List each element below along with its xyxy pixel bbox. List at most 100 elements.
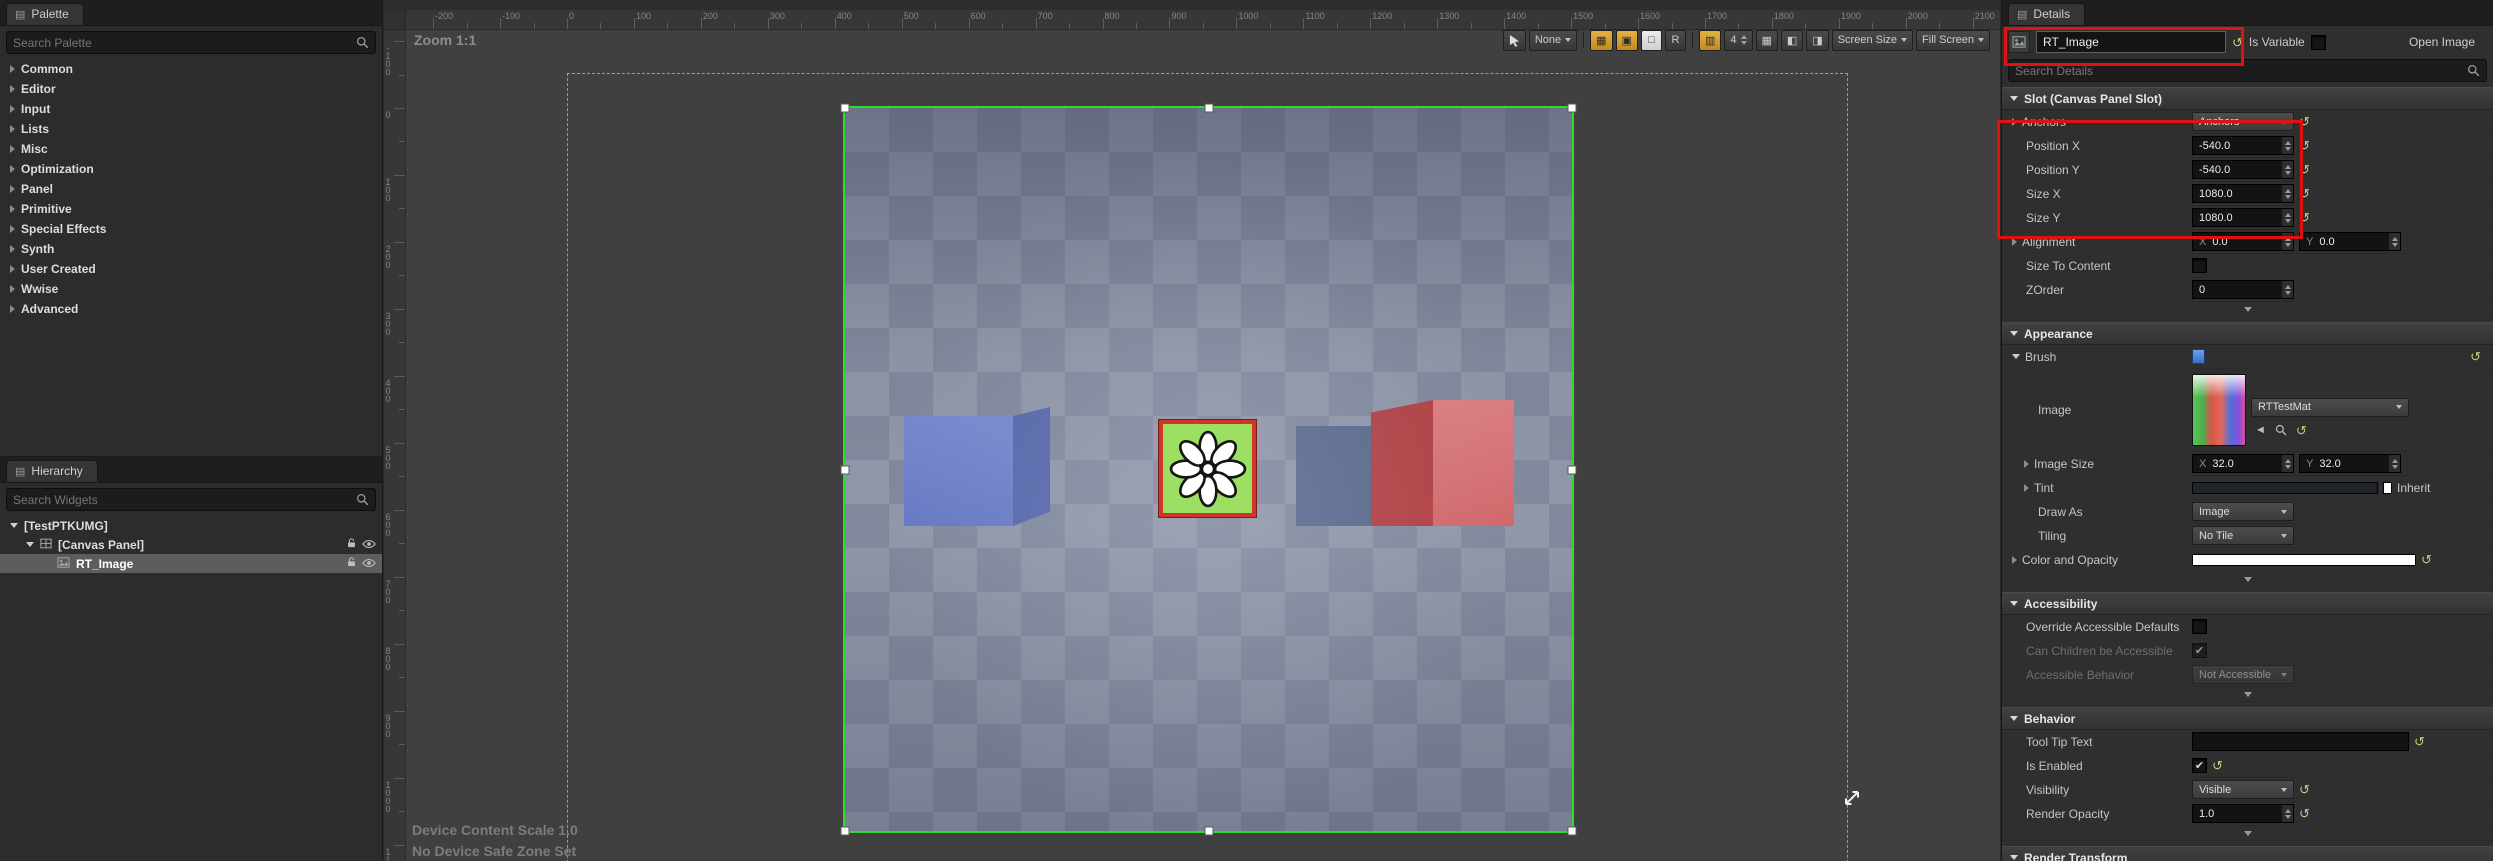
section-header-behavior[interactable]: Behavior — [2002, 707, 2493, 730]
widget-name-field[interactable] — [2036, 31, 2226, 53]
expand-arrow-icon[interactable] — [10, 165, 15, 173]
expand-arrow-icon[interactable] — [10, 85, 15, 93]
designer-viewport[interactable]: -200 -100 0 100 200 300 400 500 600 700 800 900 1000… — [384, 0, 2000, 861]
rt-image-widget[interactable] — [840, 103, 1577, 836]
resize-handle-s[interactable] — [1204, 826, 1213, 836]
expand-arrow-icon[interactable] — [2024, 459, 2029, 468]
position-x-field[interactable]: -540.0 — [2192, 136, 2294, 155]
collapse-arrow-icon[interactable] — [2010, 96, 2018, 101]
spinner-arrows-icon[interactable] — [2389, 455, 2400, 472]
expand-arrow-icon[interactable] — [2024, 483, 2029, 492]
hierarchy-search[interactable] — [6, 488, 376, 511]
reset-to-default-icon[interactable]: ↺ — [2299, 783, 2310, 796]
palette-item-advanced[interactable]: Advanced — [0, 299, 382, 319]
spinner-arrows-icon[interactable] — [2282, 137, 2293, 154]
zorder-field[interactable]: 0 — [2192, 280, 2294, 299]
show-advanced-expander[interactable] — [2002, 687, 2493, 702]
use-selected-asset-icon[interactable]: ◄ — [2255, 424, 2266, 436]
resize-handle-ne[interactable] — [1567, 103, 1577, 113]
expand-arrow-icon[interactable] — [10, 265, 15, 273]
hierarchy-item-canvas-panel[interactable]: [Canvas Panel] — [0, 535, 382, 554]
alignment-y-field[interactable]: Y 0.0 — [2299, 232, 2401, 251]
tint-color-swatch[interactable] — [2192, 481, 2378, 494]
palette-item-common[interactable]: Common — [0, 59, 382, 79]
localization-none-dropdown[interactable]: None — [1528, 29, 1578, 51]
visibility-dropdown[interactable]: Visible — [2192, 780, 2294, 799]
expand-arrow-icon[interactable] — [10, 285, 15, 293]
reset-to-default-icon[interactable]: ↺ — [2299, 187, 2310, 200]
expand-arrow-icon[interactable] — [10, 225, 15, 233]
lock-orange-button[interactable]: ▣ — [1615, 29, 1638, 51]
fill-screen-dropdown[interactable]: Fill Screen — [1916, 29, 1990, 51]
expand-arrow-icon[interactable] — [2012, 555, 2017, 564]
light-square-button[interactable]: □ — [1640, 29, 1662, 51]
section-header-accessibility[interactable]: Accessibility — [2002, 592, 2493, 615]
alignment-x-field[interactable]: X 0.0 — [2192, 232, 2294, 251]
widget-name-input[interactable] — [2043, 35, 2219, 49]
eye-icon[interactable] — [362, 557, 376, 571]
palette-search-input[interactable] — [13, 35, 356, 50]
spinner-arrows-icon[interactable] — [2282, 805, 2293, 822]
expand-arrow-icon[interactable] — [10, 125, 15, 133]
r-button[interactable]: R — [1664, 29, 1686, 51]
override-accessible-defaults-checkbox[interactable] — [2192, 619, 2207, 634]
show-advanced-expander[interactable] — [2002, 302, 2493, 317]
stepper-arrows-icon[interactable] — [1740, 35, 1747, 45]
can-children-be-accessible-checkbox[interactable]: ✔ — [2192, 643, 2207, 658]
palette-search[interactable] — [6, 31, 376, 54]
expand-arrow-icon[interactable] — [10, 185, 15, 193]
lock-icon[interactable] — [346, 537, 357, 552]
draw-as-dropdown[interactable]: Image — [2192, 502, 2294, 521]
expand-arrow-icon[interactable] — [10, 145, 15, 153]
browse-to-asset-icon[interactable] — [2275, 424, 2287, 436]
section-header-render-transform[interactable]: Render Transform — [2002, 846, 2493, 861]
reset-to-default-icon[interactable]: ↺ — [2232, 36, 2243, 49]
spinner-arrows-icon[interactable] — [2282, 233, 2293, 250]
collapse-arrow-icon[interactable] — [2010, 855, 2018, 860]
palette-item-wwise[interactable]: Wwise — [0, 279, 382, 299]
is-enabled-checkbox[interactable]: ✔ — [2192, 758, 2207, 773]
reset-to-default-icon[interactable]: ↺ — [2299, 139, 2310, 152]
snap-grid-size-stepper[interactable]: 4 — [1724, 29, 1753, 51]
palette-item-input[interactable]: Input — [0, 99, 382, 119]
reset-to-default-icon[interactable]: ↺ — [2212, 759, 2223, 772]
size-x-field[interactable]: 1080.0 — [2192, 184, 2294, 203]
reset-to-default-icon[interactable]: ↺ — [2299, 115, 2310, 128]
color-and-opacity-color-swatch[interactable] — [2192, 553, 2416, 566]
tiling-dropdown[interactable]: No Tile — [2192, 526, 2294, 545]
size-to-content-checkbox[interactable] — [2192, 258, 2207, 273]
section-header-slot-canvas-panel-slot[interactable]: Slot (Canvas Panel Slot) — [2002, 87, 2493, 110]
material-thumbnail[interactable] — [2192, 374, 2246, 446]
palette-item-panel[interactable]: Panel — [0, 179, 382, 199]
brush-orange-button[interactable]: ▥ — [1698, 29, 1722, 51]
expand-arrow-icon[interactable] — [2012, 354, 2020, 359]
resize-handle-w[interactable] — [840, 465, 850, 474]
accessible-behavior-dropdown[interactable]: Not Accessible — [2192, 665, 2294, 684]
tint-mini-swatch[interactable] — [2383, 481, 2392, 494]
image-size-x-field[interactable]: X 32.0 — [2192, 454, 2294, 473]
spinner-arrows-icon[interactable] — [2389, 233, 2400, 250]
size-y-field[interactable]: 1080.0 — [2192, 208, 2294, 227]
tab-hierarchy[interactable]: ▤ Hierarchy — [6, 460, 98, 482]
expand-arrow-icon[interactable] — [10, 245, 15, 253]
palette-item-special-effects[interactable]: Special Effects — [0, 219, 382, 239]
palette-item-user-created[interactable]: User Created — [0, 259, 382, 279]
resize-handle-n[interactable] — [1204, 103, 1213, 113]
tab-palette[interactable]: ▤ Palette — [6, 3, 84, 25]
hierarchy-search-input[interactable] — [13, 492, 356, 507]
section-header-appearance[interactable]: Appearance — [2002, 322, 2493, 345]
expand-arrow-icon[interactable] — [10, 105, 15, 113]
hierarchy-item-testptkumg[interactable]: [TestPTKUMG] — [0, 516, 382, 535]
image-asset-dropdown[interactable]: RTTestMat — [2251, 397, 2409, 417]
flip-vertical-button[interactable]: ◨ — [1806, 29, 1829, 51]
collapse-arrow-icon[interactable] — [10, 523, 18, 528]
expand-arrow-icon[interactable] — [10, 65, 15, 73]
details-search-input[interactable] — [2015, 63, 2467, 78]
reset-to-default-icon[interactable]: ↺ — [2421, 553, 2432, 566]
palette-item-synth[interactable]: Synth — [0, 239, 382, 259]
position-y-field[interactable]: -540.0 — [2192, 160, 2294, 179]
palette-item-optimization[interactable]: Optimization — [0, 159, 382, 179]
reset-to-default-icon[interactable]: ↺ — [2414, 735, 2425, 748]
screen-size-dropdown[interactable]: Screen Size — [1831, 29, 1914, 51]
resize-handle-nw[interactable] — [840, 103, 850, 113]
